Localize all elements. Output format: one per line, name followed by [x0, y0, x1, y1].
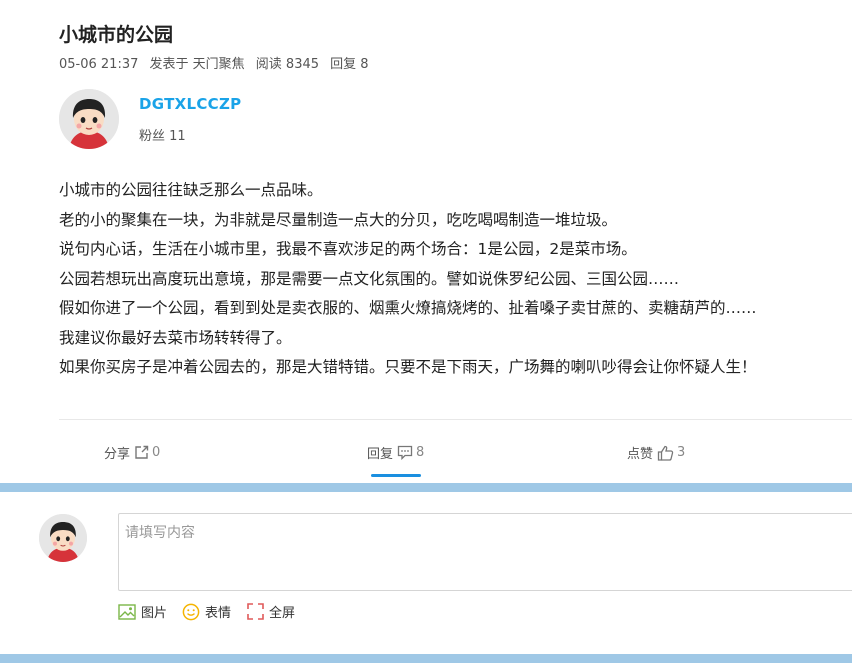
author-name[interactable]: DGTXLCCZP [139, 95, 241, 113]
post-replies: 回复 8 [330, 57, 369, 72]
image-icon [118, 603, 136, 620]
section-separator [0, 483, 852, 492]
comment-icon [397, 445, 413, 460]
active-tab-indicator [371, 474, 421, 477]
post-reads: 阅读 8345 [255, 57, 320, 72]
user-avatar [39, 514, 87, 562]
like-label: 点赞 [627, 447, 654, 462]
post-paragraph: 公园若想玩出高度玩出意境，那是需要一点文化氛围的。譬如说侏罗纪公园、三国公园…… [59, 269, 680, 288]
share-label: 分享 [104, 447, 131, 462]
divider [59, 419, 852, 420]
fullscreen-label: 全屏 [269, 606, 296, 621]
post-paragraph: 老的小的聚集在一块，为非就是尽量制造一点大的分贝，吃吃喝喝制造一堆垃圾。 [59, 210, 618, 229]
comment-input[interactable] [118, 513, 852, 591]
reply-count: 8 [416, 445, 425, 460]
like-count: 3 [677, 445, 686, 460]
share-button[interactable]: 分享 0 [104, 443, 160, 462]
share-count: 0 [152, 445, 161, 460]
share-icon [135, 445, 149, 459]
post-paragraph: 假如你进了一个公园，看到到处是卖衣服的、烟熏火燎搞烧烤的、扯着嗓子卖甘蔗的、卖糖… [59, 299, 757, 317]
post-paragraph: 如果你买房子是冲着公园去的，那是大错特错。只要不是下雨天，广场舞的喇叭吵得会让你… [59, 358, 757, 376]
section-separator-bottom [0, 654, 852, 663]
post-paragraph: 我建议你最好去菜市场转转得了。 [59, 328, 292, 347]
post-date: 05-06 21:37 [59, 57, 139, 72]
author-avatar[interactable] [59, 89, 119, 149]
thumbs-up-icon [657, 445, 674, 461]
post-paragraph: 小城市的公园往往缺乏那么一点品味。 [59, 181, 323, 199]
post-paragraph: 说句内心话，生活在小城市里，我最不喜欢涉足的两个场合：1是公园，2是菜市场。 [59, 240, 637, 258]
emoji-button[interactable]: 表情 [182, 602, 231, 621]
fullscreen-button[interactable]: 全屏 [247, 602, 295, 621]
like-button[interactable]: 点赞 3 [627, 443, 685, 462]
post-title: 小城市的公园 [59, 24, 174, 46]
emoji-label: 表情 [205, 606, 232, 621]
fullscreen-icon [247, 603, 264, 620]
smiley-icon [182, 603, 200, 620]
reply-label: 回复 [367, 447, 394, 462]
reply-tab[interactable]: 回复 8 [367, 443, 424, 462]
post-body: 小城市的公园往往缺乏那么一点品味。 老的小的聚集在一块，为非就是尽量制造一点大的… [59, 176, 849, 383]
insert-image-button[interactable]: 图片 [118, 602, 167, 621]
post-forum[interactable]: 发表于 天门聚焦 [150, 57, 245, 72]
author-fans: 粉丝 11 [139, 129, 186, 144]
post-meta: 05-06 21:37 发表于 天门聚焦 阅读 8345 回复 8 [59, 53, 376, 72]
image-label: 图片 [141, 606, 168, 621]
